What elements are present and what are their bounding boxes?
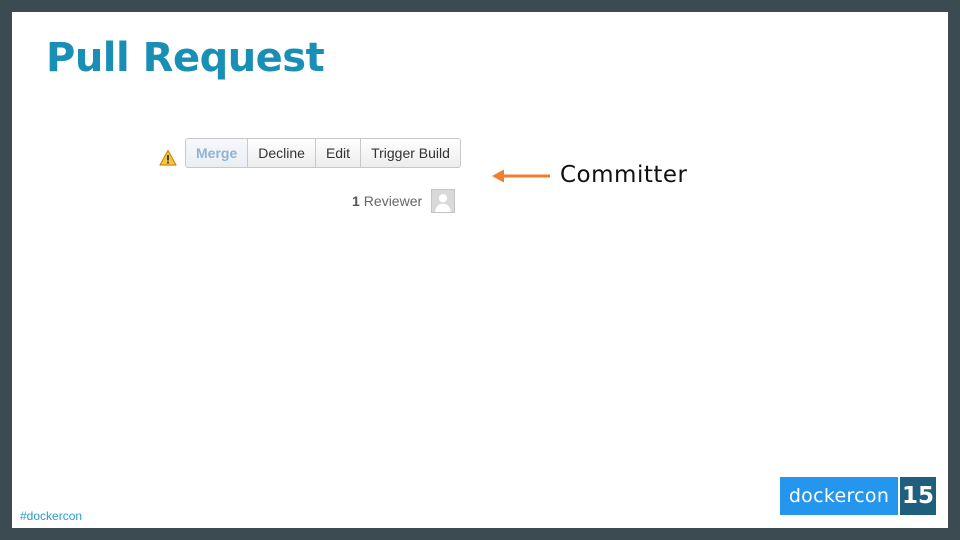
arrow-left-icon	[492, 169, 550, 183]
committer-annotation: Committer	[560, 162, 688, 188]
pr-action-button-group: Merge Decline Edit Trigger Build	[185, 138, 461, 168]
warning-icon	[159, 149, 177, 166]
reviewer-label: Reviewer	[363, 193, 423, 209]
edit-button[interactable]: Edit	[316, 139, 362, 167]
reviewer-count: 1	[352, 193, 360, 209]
avatar-placeholder-icon[interactable]	[431, 189, 456, 213]
dockercon-logo: dockercon	[780, 477, 898, 515]
slide-title: Pull Request	[46, 35, 325, 81]
trigger-build-button[interactable]: Trigger Build	[361, 139, 460, 167]
slide: Pull Request Merge Decline Edit Trigger …	[12, 12, 948, 528]
logo-year: 15	[900, 477, 936, 515]
reviewers-summary[interactable]: 1 Reviewer	[352, 189, 456, 213]
logo-text: dockercon	[788, 485, 890, 507]
hashtag-label: #dockercon	[20, 509, 83, 523]
decline-button[interactable]: Decline	[248, 139, 316, 167]
merge-button[interactable]: Merge	[186, 139, 249, 167]
